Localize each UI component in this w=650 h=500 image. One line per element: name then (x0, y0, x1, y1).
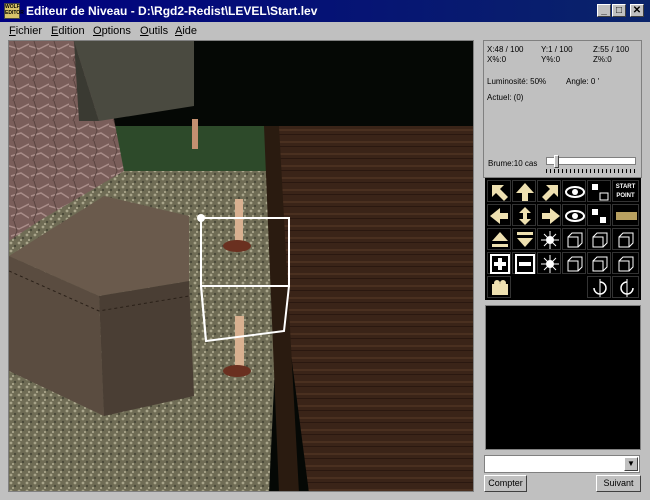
minimize-button[interactable]: _ (597, 4, 611, 17)
angle-readout: Angle: 0 ' (566, 77, 600, 86)
z-percent: Z%:0 (593, 55, 612, 64)
next-button[interactable]: Suivant (596, 475, 641, 492)
level-viewport[interactable] (8, 40, 474, 492)
copy-icon[interactable] (587, 204, 611, 226)
window-title: Editeur de Niveau - D:\Rgd2-Redist\LEVEL… (26, 4, 318, 18)
rotate-left-icon[interactable] (587, 276, 611, 298)
arrow-cross-icon[interactable] (512, 204, 536, 226)
down-plane-icon[interactable] (512, 228, 536, 250)
toolbox: START POINT (485, 178, 641, 300)
fog-ticks (546, 169, 636, 173)
cube-nw-icon[interactable] (562, 228, 586, 250)
sun-2-icon[interactable] (537, 252, 561, 274)
arrow-right-icon[interactable] (537, 204, 561, 226)
title-bar: WOLF EDITOR Editeur de Niveau - D:\Rgd2-… (0, 0, 650, 22)
y-coordinate: Y:1 / 100 (541, 45, 573, 54)
arrow-left-icon[interactable] (487, 204, 511, 226)
menu-options[interactable]: Options (93, 25, 131, 37)
arrow-ne-icon[interactable] (537, 180, 561, 202)
cube-se-icon[interactable] (612, 252, 639, 274)
brightness-readout: Luminosité: 50% (487, 77, 547, 86)
y-percent: Y%:0 (541, 55, 561, 64)
cube-n-icon[interactable] (587, 228, 611, 250)
start-point-button[interactable]: START POINT (612, 180, 639, 202)
menu-aide[interactable]: Aide (175, 25, 197, 37)
arrow-up-icon[interactable] (512, 180, 536, 202)
close-button[interactable]: ✕ (630, 4, 644, 17)
sun-icon[interactable] (537, 228, 561, 250)
arrow-nw-icon[interactable] (487, 180, 511, 202)
minus-icon[interactable] (512, 252, 536, 274)
cube-ne-icon[interactable] (612, 228, 639, 250)
fog-slider-thumb[interactable] (554, 155, 559, 168)
cube-s-icon[interactable] (587, 252, 611, 274)
fog-label: Brume:10 cas (488, 159, 538, 168)
chevron-down-icon[interactable]: ▼ (624, 457, 638, 471)
menu-outils[interactable]: Outils (140, 25, 168, 37)
preview-panel (485, 305, 641, 450)
eye-2-icon[interactable] (562, 204, 586, 226)
count-button[interactable]: Compter (484, 475, 527, 492)
cube-sw-icon[interactable] (562, 252, 586, 274)
eye-icon[interactable] (562, 180, 586, 202)
z-coordinate: Z:55 / 100 (593, 45, 630, 54)
info-panel: X:48 / 100 Y:1 / 100 Z:55 / 100 X%:0 Y%:… (483, 40, 642, 178)
camera-icon[interactable] (487, 276, 511, 298)
rotate-right-icon[interactable] (612, 276, 639, 298)
menu-edition[interactable]: Edition (51, 25, 85, 37)
fog-slider[interactable] (546, 155, 636, 168)
object-combo[interactable]: ▼ (484, 455, 640, 473)
x-coordinate: X:48 / 100 (487, 45, 524, 54)
menu-bar: Fichier Edition Options Outils Aide (0, 22, 650, 40)
texture-icon[interactable] (612, 204, 639, 226)
plus-icon[interactable] (487, 252, 511, 274)
menu-fichier[interactable]: Fichier (9, 25, 42, 37)
app-icon[interactable]: WOLF EDITOR (4, 3, 24, 19)
x-percent: X%:0 (487, 55, 507, 64)
select-icon[interactable] (587, 180, 611, 202)
up-plane-icon[interactable] (487, 228, 511, 250)
maximize-button[interactable]: □ (612, 4, 626, 17)
current-readout: Actuel: (0) (487, 93, 524, 102)
level-scene (9, 41, 473, 491)
